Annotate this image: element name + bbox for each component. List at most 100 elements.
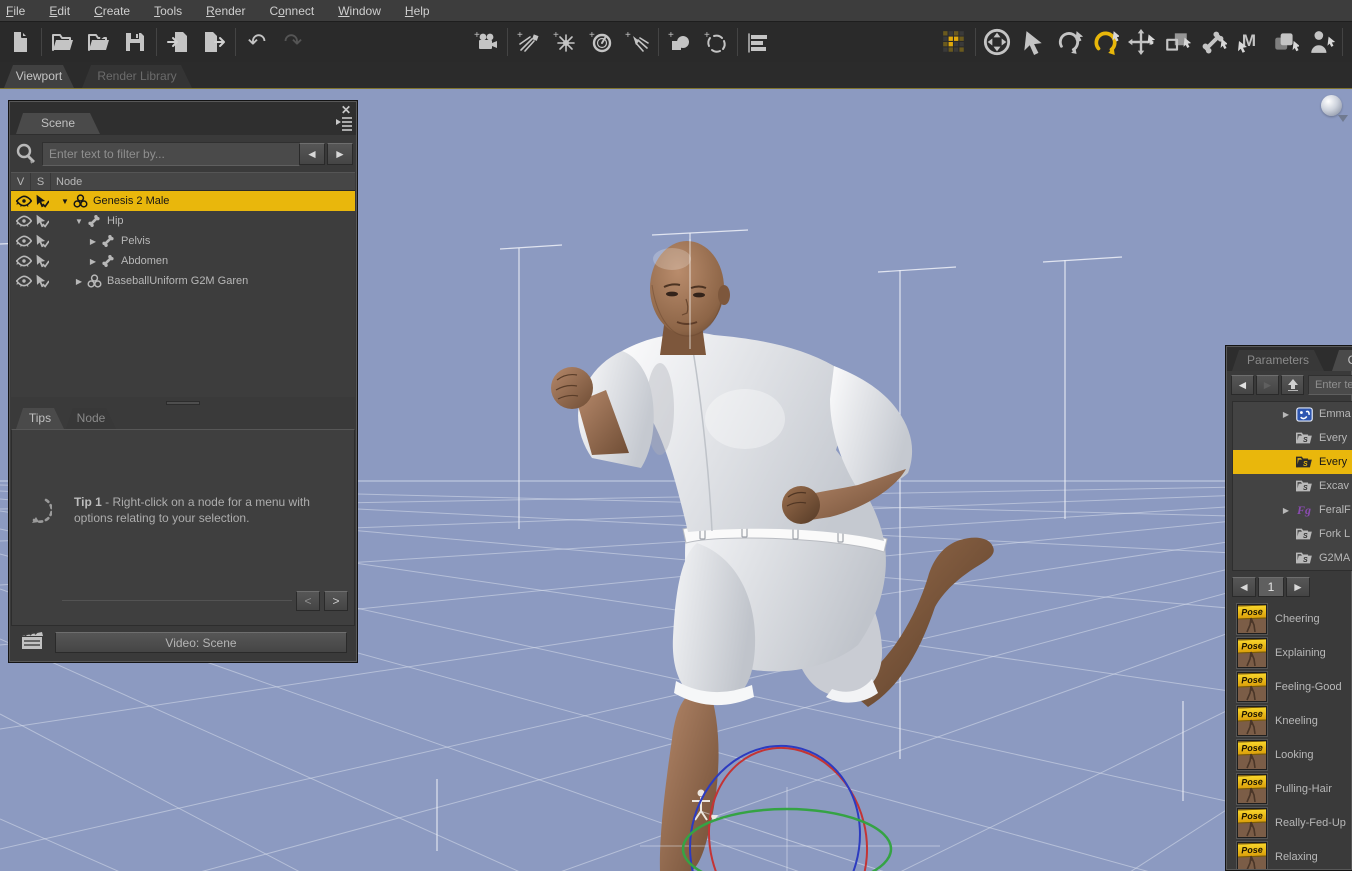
view-orb-control[interactable]	[1321, 95, 1342, 116]
scene-node-row[interactable]: ▶ BaseballUniform G2M Garen	[11, 271, 355, 291]
eye-icon[interactable]	[15, 215, 33, 227]
tip-next-button[interactable]: >	[324, 591, 348, 611]
pose-item[interactable]: Pose Looking	[1227, 738, 1352, 772]
pose-item[interactable]: Pose Really-Fed-Up	[1227, 806, 1352, 840]
pose-item[interactable]: Pose Kneeling	[1227, 704, 1352, 738]
pose-item[interactable]: Pose Explaining	[1227, 636, 1352, 670]
new-primitive-button[interactable]: +	[662, 24, 698, 60]
column-visibility[interactable]: V	[11, 173, 31, 190]
tab-node[interactable]: Node	[66, 408, 116, 429]
pointer-check-icon[interactable]	[33, 254, 51, 268]
render-camera-button[interactable]	[1346, 24, 1352, 60]
pose-item[interactable]: Pose Feeling-Good	[1227, 670, 1352, 704]
geometry-editor-tool-button[interactable]: M	[1231, 24, 1267, 60]
surface-selection-tool-button[interactable]	[1267, 24, 1303, 60]
expand-closed-icon[interactable]: ▶	[87, 257, 99, 266]
content-tree-row[interactable]: ▶ Emma	[1233, 402, 1352, 426]
save-file-button[interactable]	[117, 24, 153, 60]
column-node[interactable]: Node	[51, 173, 355, 190]
pose-item[interactable]: Pose Pulling-Hair	[1227, 772, 1352, 806]
pointer-check-icon[interactable]	[33, 234, 51, 248]
texture-swatches-button[interactable]	[936, 24, 972, 60]
new-distant-light-button[interactable]: +	[511, 24, 547, 60]
translate-tool-button[interactable]	[1123, 24, 1159, 60]
menu-help[interactable]: Help	[393, 0, 442, 22]
scene-info-button[interactable]	[741, 24, 777, 60]
content-tree-row[interactable]: S Fork L	[1233, 522, 1352, 546]
menu-tools[interactable]: Tools	[142, 0, 194, 22]
expand-open-icon[interactable]: ▼	[59, 197, 71, 206]
new-linear-point-light-button[interactable]: +	[583, 24, 619, 60]
menu-file[interactable]: File	[0, 0, 37, 22]
scene-node-row[interactable]: ▶ Pelvis	[11, 231, 355, 251]
viewport-controls-button[interactable]	[979, 24, 1015, 60]
scene-panel-tab[interactable]: Scene	[16, 113, 100, 134]
filter-search-icon[interactable]	[13, 141, 39, 170]
eye-icon[interactable]	[15, 275, 33, 287]
nav-up-button[interactable]	[1281, 375, 1304, 395]
content-tree-row[interactable]: S Every	[1233, 450, 1352, 474]
pointer-check-icon[interactable]	[33, 194, 51, 208]
expand-closed-icon[interactable]: ▶	[1233, 410, 1289, 419]
joint-editor-tool-button[interactable]	[1195, 24, 1231, 60]
filter-next-button[interactable]: ►	[327, 143, 353, 165]
scene-node-row[interactable]: ▼ Genesis 2 Male	[11, 191, 355, 211]
tab-parameters[interactable]: Parameters	[1232, 350, 1324, 371]
scene-node-row[interactable]: ▼ Hip	[11, 211, 355, 231]
pose-item[interactable]: Pose Cheering	[1227, 602, 1352, 636]
open-recent-button[interactable]	[81, 24, 117, 60]
content-search-input[interactable]	[1308, 375, 1352, 395]
pointer-check-icon[interactable]	[33, 274, 51, 288]
page-next-button[interactable]: ►	[1286, 577, 1310, 597]
open-file-button[interactable]	[45, 24, 81, 60]
panel-menu-icon[interactable]	[335, 115, 353, 134]
view-orb-dropdown-icon[interactable]	[1338, 115, 1348, 122]
pose-item[interactable]: Pose Relaxing	[1227, 840, 1352, 869]
expand-open-icon[interactable]: ▼	[73, 217, 85, 226]
undo-button[interactable]: ↶	[239, 24, 275, 60]
content-tree-row[interactable]: S Every	[1233, 426, 1352, 450]
content-tree-row[interactable]: S Excav	[1233, 474, 1352, 498]
eye-icon[interactable]	[15, 255, 33, 267]
figure-setup-tool-button[interactable]	[1303, 24, 1339, 60]
scene-filter-input[interactable]	[42, 142, 300, 166]
new-null-icon: +	[703, 30, 729, 54]
new-spotlight-button[interactable]: +	[619, 24, 655, 60]
import-file-button[interactable]	[160, 24, 196, 60]
rotate-orbit-tool-button[interactable]	[1051, 24, 1087, 60]
page-prev-button[interactable]: ◄	[1232, 577, 1256, 597]
content-tree-row[interactable]: S G2MA	[1233, 546, 1352, 570]
node-selection-tool-button[interactable]	[1015, 24, 1051, 60]
nav-back-button[interactable]: ◄	[1231, 375, 1254, 395]
export-file-button[interactable]	[196, 24, 232, 60]
expand-closed-icon[interactable]: ▶	[73, 277, 85, 286]
new-null-button[interactable]: +	[698, 24, 734, 60]
menu-create[interactable]: Create	[82, 0, 142, 22]
expand-closed-icon[interactable]: ▶	[87, 237, 99, 246]
column-selectability[interactable]: S	[31, 173, 51, 190]
scene-node-row[interactable]: ▶ Abdomen	[11, 251, 355, 271]
tab-viewport[interactable]: Viewport	[4, 65, 74, 88]
new-file-button[interactable]	[2, 24, 38, 60]
redo-button[interactable]: ↷	[275, 24, 311, 60]
tab-render-library[interactable]: Render Library	[82, 65, 192, 88]
tab-tips[interactable]: Tips	[16, 408, 64, 429]
expand-closed-icon[interactable]: ▶	[1233, 506, 1289, 515]
pointer-check-icon[interactable]	[33, 214, 51, 228]
menu-window[interactable]: Window	[326, 0, 393, 22]
new-point-light-button[interactable]: +	[547, 24, 583, 60]
panel-splitter[interactable]	[11, 398, 355, 407]
content-tree-row[interactable]: ▶ Fg FeralF	[1233, 498, 1352, 522]
filter-prev-button[interactable]: ◄	[299, 143, 325, 165]
menu-connect[interactable]: Connect	[257, 0, 326, 22]
eye-icon[interactable]	[15, 195, 33, 207]
tip-prev-button[interactable]: <	[296, 591, 320, 611]
eye-icon[interactable]	[15, 235, 33, 247]
nav-forward-button[interactable]: ►	[1256, 375, 1279, 395]
new-camera-button[interactable]: +	[468, 24, 504, 60]
rotate-tool-button[interactable]	[1087, 24, 1123, 60]
menu-render[interactable]: Render	[194, 0, 257, 22]
scale-tool-button[interactable]	[1159, 24, 1195, 60]
video-scene-button[interactable]: Video: Scene	[55, 632, 347, 653]
menu-edit[interactable]: Edit	[37, 0, 82, 22]
